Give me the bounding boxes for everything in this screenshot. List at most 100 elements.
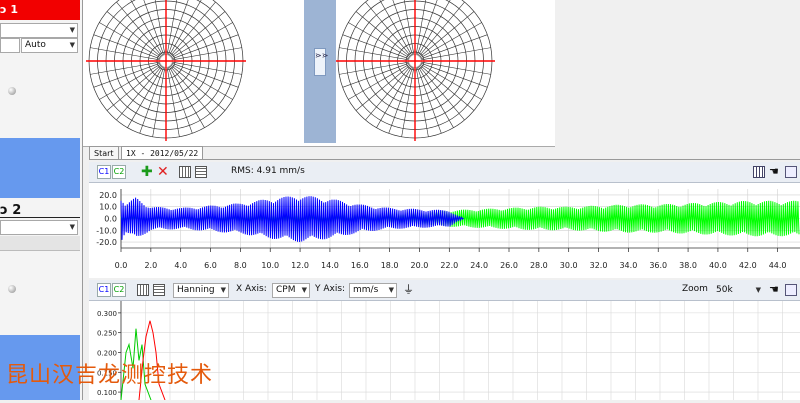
polar-spoke — [339, 61, 410, 75]
rms-readout: RMS: 4.91 mm/s — [231, 166, 305, 176]
x-tick-label: 10.0 — [261, 261, 279, 270]
x-tick-label: 28.0 — [530, 261, 548, 270]
company-watermark: 昆山汉吉龙测控技术 — [6, 363, 214, 388]
tab-1x-2012-05-22[interactable]: 1X - 2012/05/22 — [121, 146, 204, 160]
copy-icon[interactable] — [785, 166, 797, 178]
y-tick-label: 0.300 — [97, 310, 117, 318]
polar-spoke — [419, 64, 475, 111]
channel1-combo-1[interactable]: ▼ — [0, 23, 78, 38]
polar-spoke — [168, 0, 202, 56]
channel2-toggle[interactable]: C2 — [112, 165, 126, 179]
polar-spoke — [355, 64, 411, 111]
channel1-toggle[interactable]: C1 — [97, 165, 111, 179]
polar-spoke — [166, 66, 180, 137]
chevron-down-icon: ▼ — [755, 286, 761, 294]
spectrum-toolbar: C1 C2 Hanning ▼ X Axis: CPM ▼ Y Axis: mm/s… — [89, 280, 800, 301]
hand-pan-icon[interactable]: ☚ — [769, 284, 781, 296]
split-view-icon[interactable] — [179, 166, 191, 178]
x-tick-label: 44.0 — [769, 261, 787, 270]
chevron-down-icon: ▼ — [220, 286, 226, 294]
polar-spoke — [171, 47, 242, 61]
channel1-header: ɔ 1 — [0, 0, 80, 20]
add-icon[interactable]: ✚ — [141, 165, 153, 179]
grid-icon[interactable] — [753, 166, 765, 178]
y-tick-label: 0.100 — [97, 389, 117, 397]
polar-plot-channel2 — [335, 0, 495, 141]
tab-divider — [89, 159, 800, 160]
channel1-color-block — [0, 138, 80, 198]
tab-start[interactable]: Start — [89, 146, 119, 160]
x-tick-label: 30.0 — [560, 261, 578, 270]
polar-spoke — [417, 0, 451, 56]
y-tick-label: 0.0 — [104, 215, 117, 224]
x-tick-label: 40.0 — [709, 261, 727, 270]
x-tick-label: 8.0 — [234, 261, 247, 270]
split-view-icon[interactable] — [137, 284, 149, 296]
polar-spoke — [169, 65, 216, 121]
x-tick-label: 32.0 — [590, 261, 608, 270]
x-tick-label: 26.0 — [500, 261, 518, 270]
series-channel1-line — [120, 196, 464, 243]
yaxis-select[interactable]: mm/s ▼ — [349, 283, 397, 298]
delete-icon[interactable]: ✕ — [157, 165, 169, 179]
channel-panel: ɔ 1 ▼ Auto ▼ ɔ 2 ▼ — [0, 0, 83, 400]
polar-spoke — [90, 61, 161, 75]
x-tick-label: 4.0 — [174, 261, 187, 270]
polar-spoke — [355, 11, 411, 58]
x-tick-label: 22.0 — [440, 261, 458, 270]
chevron-down-icon: ▼ — [69, 41, 75, 49]
y-tick-label: -20.0 — [96, 238, 117, 247]
x-tick-label: 42.0 — [739, 261, 757, 270]
polar-spoke — [152, 66, 166, 137]
time-waveform-plot: 0.0 2.0 4.0 6.0 8.0 10.0 12.0 14.0 16.0 18.0 20.0 2… — [89, 183, 800, 278]
time-waveform-chart: 0.0 2.0 4.0 6.0 8.0 10.0 12.0 14.0 16.0 18.0 20.0 2… — [96, 189, 800, 270]
x-tick-label: 34.0 — [619, 261, 637, 270]
y-tick-label: 10.0 — [99, 203, 117, 212]
channel2-toggle[interactable]: C2 — [112, 283, 126, 297]
table-view-icon[interactable] — [153, 284, 165, 296]
x-tick-label: 12.0 — [291, 261, 309, 270]
x-tick-label: 14.0 — [321, 261, 339, 270]
polar-spoke — [418, 1, 465, 57]
polar-spoke — [169, 1, 216, 57]
window-select[interactable]: Hanning ▼ — [173, 283, 229, 298]
channel2-row — [0, 236, 80, 251]
channel1-toggle[interactable]: C1 — [97, 283, 111, 297]
polar-spoke — [339, 47, 410, 61]
polar-spoke — [401, 66, 415, 137]
zoom-select[interactable]: 50k ▼ — [712, 283, 764, 298]
x-tick-label: 20.0 — [411, 261, 429, 270]
polar-spoke — [415, 66, 429, 137]
channel1-combo-2[interactable] — [0, 38, 20, 53]
channel1-range-select[interactable]: Auto ▼ — [21, 38, 78, 53]
expand-panel-button[interactable]: ⋗⋗ — [314, 48, 328, 76]
x-tick-label: 6.0 — [204, 261, 217, 270]
polar-spoke — [106, 64, 162, 111]
channel2-label: ɔ 2 — [0, 203, 22, 218]
polar-spoke — [116, 65, 163, 121]
y-tick-label: 0.250 — [97, 330, 117, 338]
polar-spoke — [365, 65, 412, 121]
filter-icon[interactable]: ⏚ — [403, 284, 415, 296]
table-view-icon[interactable] — [195, 166, 207, 178]
y-tick-label: -10.0 — [96, 226, 117, 235]
polar-spoke — [170, 11, 226, 58]
channel2-combo[interactable]: ▼ — [0, 220, 78, 235]
polar-spoke — [420, 47, 491, 61]
polar-spoke — [116, 1, 163, 57]
polar-spoke — [130, 0, 164, 56]
chevron-down-icon: ▼ — [388, 286, 394, 294]
channel1-indicator-icon — [8, 87, 16, 95]
channel2-indicator-icon — [8, 285, 16, 293]
x-tick-label: 0.0 — [115, 261, 128, 270]
polar-spoke — [170, 64, 226, 111]
hand-pan-icon[interactable]: ☚ — [769, 166, 781, 178]
polar-spoke — [420, 61, 491, 75]
chevron-down-icon: ▼ — [301, 286, 307, 294]
x-tick-label: 24.0 — [470, 261, 488, 270]
polar-spoke — [171, 61, 242, 75]
polar-spoke — [106, 11, 162, 58]
copy-icon[interactable] — [785, 284, 797, 296]
y-tick-label: 20.0 — [99, 191, 117, 200]
xaxis-select[interactable]: CPM ▼ — [272, 283, 310, 298]
